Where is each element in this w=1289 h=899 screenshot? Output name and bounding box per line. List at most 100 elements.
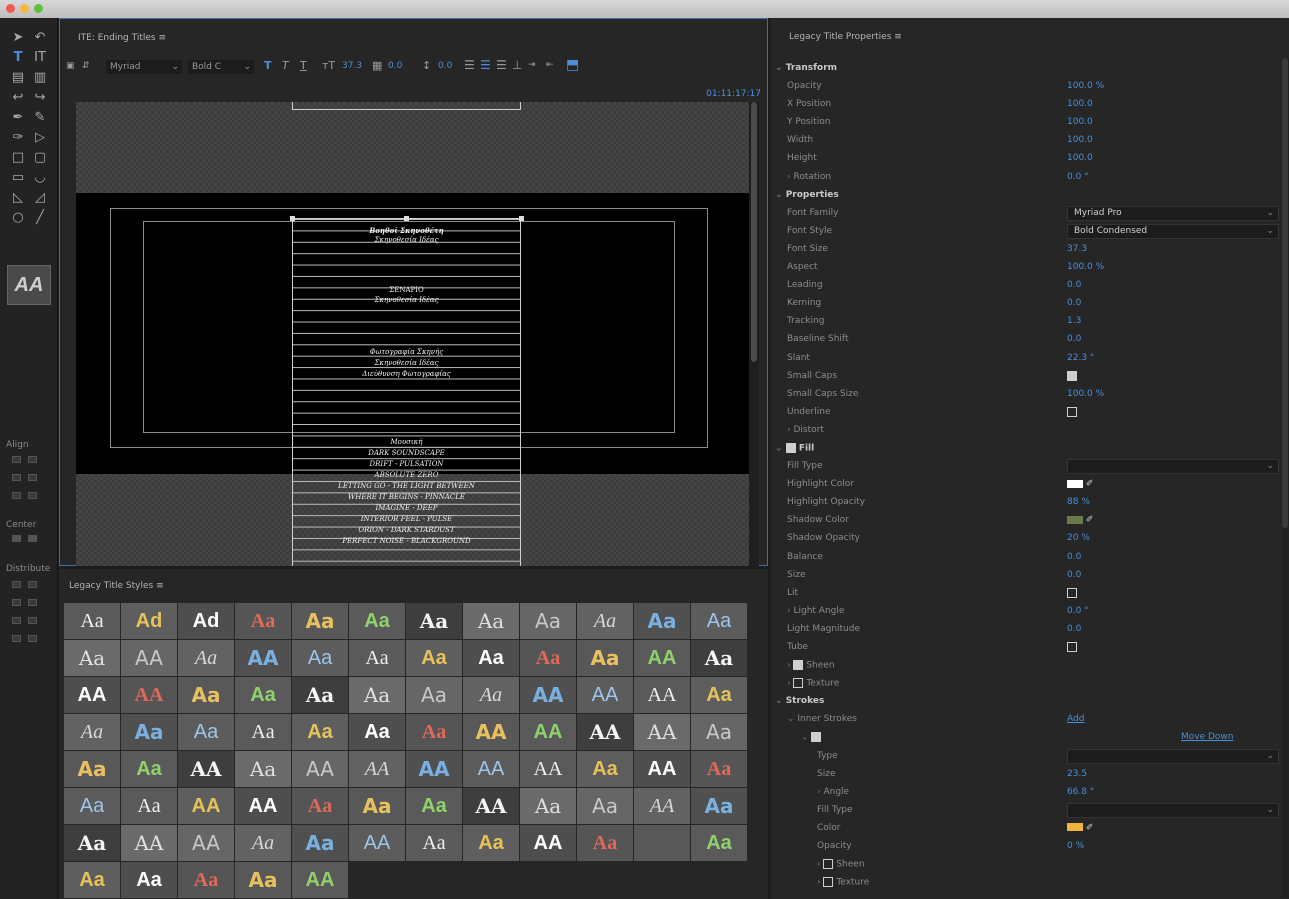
- title-style-swatch[interactable]: AA: [463, 714, 519, 750]
- stroke-opacity-value[interactable]: 0 %: [1067, 841, 1084, 851]
- title-style-swatch[interactable]: Aa: [64, 862, 120, 898]
- title-style-swatch[interactable]: AA: [292, 862, 348, 898]
- selection-tool-icon[interactable]: ➤: [8, 30, 28, 46]
- vertical-area-type-tool-icon[interactable]: ▥: [30, 70, 50, 86]
- align-right-text-icon[interactable]: ☰: [496, 58, 507, 72]
- title-style-swatch[interactable]: Aa: [520, 640, 576, 676]
- expand-icon[interactable]: ⌄: [801, 733, 811, 743]
- rounded-corner-rectangle-tool-icon[interactable]: ◡: [30, 170, 50, 186]
- align-left-icon[interactable]: [12, 456, 21, 463]
- stroke-angle-value[interactable]: 66.8 °: [1067, 787, 1094, 797]
- show-safe-areas-icon[interactable]: ⇤: [546, 60, 554, 70]
- stroke-color-swatch[interactable]: [1067, 823, 1083, 832]
- title-style-swatch[interactable]: Aa: [406, 603, 462, 639]
- underline-icon[interactable]: T: [300, 59, 307, 72]
- title-style-swatch[interactable]: Aa: [64, 788, 120, 824]
- title-style-swatch[interactable]: Aa: [64, 603, 120, 639]
- title-style-swatch[interactable]: Aa: [691, 788, 747, 824]
- font-family-select[interactable]: Myriad ⌄: [106, 60, 182, 74]
- title-style-swatch[interactable]: Aa: [178, 640, 234, 676]
- align-bottom-icon[interactable]: [28, 474, 37, 481]
- size-value[interactable]: 0.0: [1067, 570, 1081, 580]
- aspect-value[interactable]: 100.0 %: [1067, 262, 1104, 272]
- title-style-swatch[interactable]: Aa: [235, 714, 291, 750]
- title-style-swatch[interactable]: Aa: [691, 640, 747, 676]
- fill-header[interactable]: ⌄ Fill: [771, 440, 1281, 458]
- title-style-swatch[interactable]: Aa: [292, 640, 348, 676]
- title-style-swatch[interactable]: Aa: [64, 640, 120, 676]
- style-swatch-tool[interactable]: AA: [7, 265, 51, 305]
- title-style-swatch[interactable]: Aa: [406, 788, 462, 824]
- title-style-swatch[interactable]: Aa: [64, 714, 120, 750]
- strokes-header[interactable]: ⌄ Strokes: [771, 693, 1281, 711]
- title-style-swatch[interactable]: Aa: [463, 825, 519, 861]
- timecode[interactable]: 01:11:17:17: [706, 89, 761, 99]
- title-style-swatch[interactable]: Aa: [121, 714, 177, 750]
- title-style-swatch[interactable]: Aa: [349, 640, 405, 676]
- kerning-value[interactable]: 0.0: [388, 61, 402, 71]
- title-style-swatch[interactable]: Aa: [406, 677, 462, 713]
- title-style-swatch[interactable]: Aa: [463, 677, 519, 713]
- title-style-swatch[interactable]: AA: [121, 640, 177, 676]
- lit-checkbox[interactable]: [1067, 587, 1077, 598]
- title-style-swatch[interactable]: AA: [520, 714, 576, 750]
- minimize-window-button[interactable]: [20, 4, 29, 13]
- rotation-value[interactable]: 0.0 °: [1067, 172, 1089, 182]
- sheen-checkbox[interactable]: [793, 660, 804, 671]
- font-size-prop-value[interactable]: 37.3: [1067, 244, 1087, 254]
- close-window-button[interactable]: [6, 4, 15, 13]
- tab-stops-icon[interactable]: ⊥: [512, 58, 522, 72]
- delete-anchor-tool-icon[interactable]: ✎: [30, 110, 50, 126]
- title-style-swatch[interactable]: Ad: [178, 603, 234, 639]
- title-style-swatch[interactable]: Aa: [691, 677, 747, 713]
- title-style-swatch[interactable]: Aa: [349, 788, 405, 824]
- credits-text-box[interactable]: [292, 218, 521, 566]
- title-style-swatch[interactable]: Aa: [64, 751, 120, 787]
- title-style-swatch[interactable]: AA: [520, 677, 576, 713]
- bold-icon[interactable]: T: [264, 59, 272, 72]
- title-style-swatch[interactable]: Aa: [121, 788, 177, 824]
- font-family-dropdown[interactable]: Myriad Pro ⌄: [1067, 205, 1279, 221]
- title-style-swatch[interactable]: AA: [577, 677, 633, 713]
- title-style-swatch[interactable]: Aa: [292, 825, 348, 861]
- properties-header[interactable]: ⌄ Properties: [771, 187, 1281, 205]
- new-title-icon[interactable]: ▣: [66, 61, 75, 71]
- center-horizontal-icon[interactable]: [12, 535, 21, 542]
- title-style-swatch[interactable]: Aa: [178, 677, 234, 713]
- rectangle-tool-icon[interactable]: □: [8, 150, 28, 166]
- title-style-swatch[interactable]: AA: [634, 714, 690, 750]
- scrollbar-thumb[interactable]: [1282, 58, 1288, 528]
- distribute-vcenter-icon[interactable]: [28, 617, 37, 624]
- stroke-sheen-checkbox[interactable]: [823, 859, 834, 870]
- title-style-swatch[interactable]: Aa: [121, 751, 177, 787]
- stroke-type-dropdown[interactable]: ⌄: [1067, 748, 1279, 764]
- title-style-swatch[interactable]: Aa: [349, 677, 405, 713]
- panel-menu-icon[interactable]: ≡: [158, 33, 166, 43]
- slant-value[interactable]: 22.3 °: [1067, 353, 1094, 363]
- small-caps-size-value[interactable]: 100.0 %: [1067, 389, 1104, 399]
- y-position-value[interactable]: 100.0: [1067, 117, 1093, 127]
- align-vcenter-icon[interactable]: [28, 492, 37, 499]
- eyedropper-icon[interactable]: ✐: [1086, 823, 1094, 833]
- title-style-swatch[interactable]: AA: [178, 825, 234, 861]
- title-style-swatch[interactable]: Aa: [349, 714, 405, 750]
- arc-tool-icon[interactable]: ◿: [30, 190, 50, 206]
- baseline-shift-value[interactable]: 0.0: [1067, 334, 1081, 344]
- title-style-swatch[interactable]: AA: [349, 751, 405, 787]
- balance-value[interactable]: 0.0: [1067, 552, 1081, 562]
- leading-prop-value[interactable]: 0.0: [1067, 280, 1081, 290]
- title-style-swatch[interactable]: AA: [64, 677, 120, 713]
- title-style-swatch[interactable]: Aa: [691, 825, 747, 861]
- highlight-opacity-value[interactable]: 88 %: [1067, 497, 1090, 507]
- show-background-video-icon[interactable]: ⇥: [528, 60, 536, 70]
- leading-value[interactable]: 0.0: [438, 61, 452, 71]
- texture-checkbox[interactable]: [793, 678, 804, 689]
- title-style-swatch[interactable]: AA: [235, 788, 291, 824]
- distribute-vspace-icon[interactable]: [28, 635, 37, 642]
- light-magnitude-value[interactable]: 0.0: [1067, 624, 1081, 634]
- distribute-bottom-icon[interactable]: [28, 599, 37, 606]
- stroke-size-value[interactable]: 23.5: [1067, 769, 1087, 779]
- path-type-tool-icon[interactable]: ↩: [8, 90, 28, 106]
- title-style-swatch[interactable]: Aa: [577, 603, 633, 639]
- clipped-corner-rectangle-tool-icon[interactable]: ▢: [30, 150, 50, 166]
